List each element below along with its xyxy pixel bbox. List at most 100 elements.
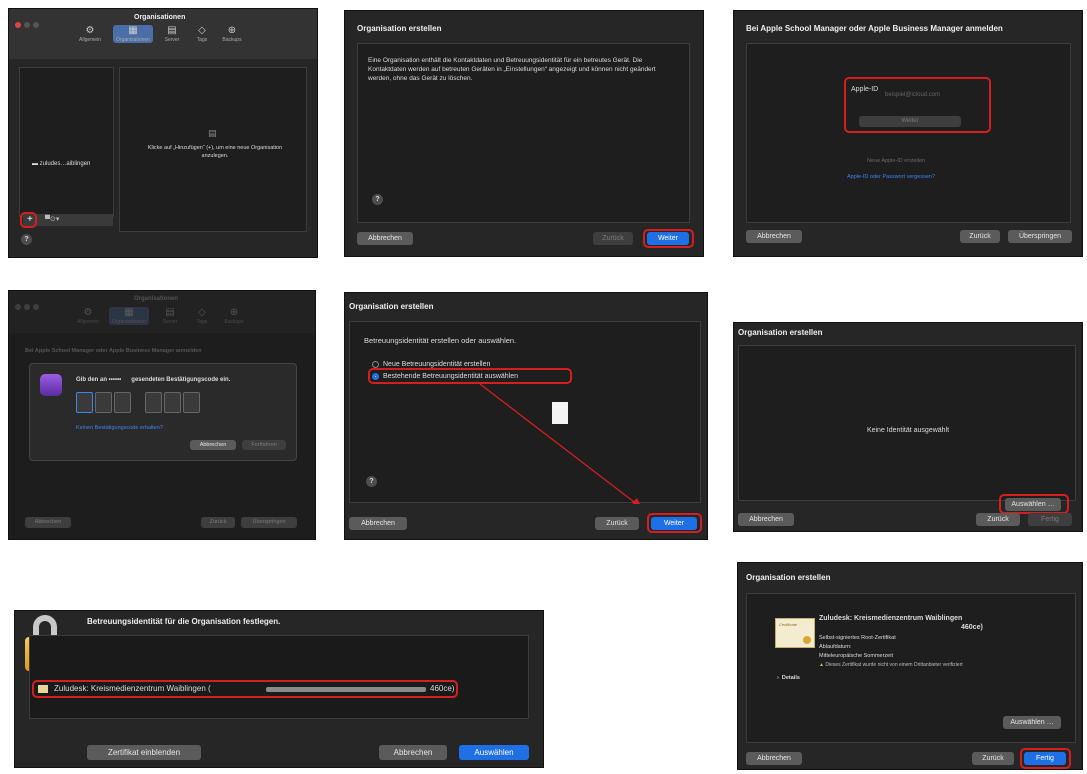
- tab-organisations[interactable]: ▦ Organisationen: [113, 25, 153, 43]
- cancel-button[interactable]: Abbrechen: [746, 752, 802, 765]
- identity-row-label: Zuludesk: Kreismedienzentrum Waiblingen …: [54, 684, 211, 693]
- choose-button[interactable]: Auswählen …: [1005, 498, 1061, 511]
- details-disclosure[interactable]: › Details: [777, 674, 800, 683]
- gear-icon: ⚙: [83, 307, 93, 318]
- tag-icon: ◇: [198, 25, 206, 36]
- back-button[interactable]: Zurück: [960, 230, 1000, 243]
- list-item[interactable]: ▬ zuludes…aiblingen: [32, 160, 90, 169]
- continue-small-button[interactable]: Fortfahren: [242, 440, 286, 450]
- back-button[interactable]: Zurück: [593, 232, 633, 245]
- gear-icon: ⚙: [85, 25, 95, 36]
- self-signed-label: Selbst-signiertes Root-Zertifikat: [819, 635, 896, 641]
- no-identity-text: Keine Identität ausgewählt: [866, 427, 950, 434]
- verification-sheet: Gib den an •••••• gesendeten Bestätigung…: [29, 363, 297, 461]
- seal-icon: [803, 636, 811, 644]
- code-digit-5[interactable]: [164, 392, 181, 413]
- dialog-title: Organisation erstellen: [349, 302, 434, 311]
- continue-button[interactable]: Weiter: [859, 116, 961, 127]
- cancel-small-button[interactable]: Abbrechen: [190, 440, 236, 450]
- action-menu-icon[interactable]: ▀⊙▾: [45, 214, 59, 226]
- cancel-button[interactable]: Abbrechen: [746, 230, 802, 243]
- tab-backups[interactable]: ⊕ Backups: [221, 307, 247, 325]
- tab-backups[interactable]: ⊕ Backups: [219, 25, 245, 43]
- certificate-suffix: 460ce): [961, 624, 983, 631]
- timezone-label: Mitteleuropäische Sommerzeit: [819, 653, 893, 659]
- skip-button[interactable]: Überspringen: [1008, 230, 1072, 243]
- back-button[interactable]: Zurück: [201, 517, 235, 528]
- apple-id-field[interactable]: beispiel@icloud.com: [885, 83, 985, 98]
- organisation-list[interactable]: ▬ zuludes…aiblingen: [19, 67, 114, 217]
- next-button[interactable]: Weiter: [651, 517, 697, 530]
- dialog-title: Bei Apple School Manager oder Apple Busi…: [746, 24, 1003, 33]
- arrow-annotation: [479, 383, 640, 504]
- cancel-button[interactable]: Abbrechen: [25, 517, 71, 528]
- redacted-bar: [266, 687, 426, 692]
- help-button[interactable]: ?: [21, 234, 32, 245]
- forgot-password-link[interactable]: Apple-ID oder Passwort vergessen?: [847, 173, 935, 182]
- server-icon: ▤: [165, 307, 175, 318]
- choose-button[interactable]: Auswählen: [459, 745, 529, 760]
- cancel-button[interactable]: Abbrechen: [738, 513, 794, 526]
- no-code-link[interactable]: Keinen Bestätigungscode erhalten?: [76, 424, 163, 433]
- window-title: Organisationen: [134, 296, 179, 302]
- code-digit-1[interactable]: [76, 392, 93, 413]
- cancel-button[interactable]: Abbrechen: [379, 745, 447, 760]
- choose-button[interactable]: Auswählen …: [1003, 716, 1061, 729]
- titlebar: Organisationen ⚙ Allgemein ▦ Organisatione…: [9, 291, 315, 333]
- code-digit-6[interactable]: [183, 392, 200, 413]
- certificate-thumbnail: Certificate: [775, 618, 815, 648]
- backup-icon: ⊕: [227, 25, 237, 36]
- identity-list[interactable]: Zuludesk: Kreismedienzentrum Waiblingen …: [29, 635, 529, 719]
- tab-organisations[interactable]: ▦ Organisationen: [109, 307, 149, 325]
- panel-apple-signin: Bei Apple School Manager oder Apple Busi…: [733, 10, 1083, 257]
- back-button[interactable]: Zurück: [976, 513, 1020, 526]
- panel-choose-identity: Organisation erstellen Betreuungsidentit…: [344, 292, 708, 540]
- cancel-button[interactable]: Abbrechen: [349, 517, 407, 530]
- dialog-title: Organisation erstellen: [738, 328, 823, 337]
- done-button[interactable]: Fertig: [1028, 513, 1072, 526]
- warning-text: ▲ Dieses Zertifikat wurde nicht von eine…: [819, 662, 963, 668]
- organisation-detail: ▤ Klicke auf „Hinzufügen“ (+), um eine n…: [119, 67, 307, 232]
- panel-final-certificate: Organisation erstellen Certificate Zulud…: [737, 562, 1083, 770]
- back-button[interactable]: Zurück: [595, 517, 639, 530]
- folder-icon: ▬: [32, 161, 40, 167]
- show-certificate-button[interactable]: Zertifikat einblenden: [87, 745, 201, 760]
- done-button[interactable]: Fertig: [1024, 752, 1066, 765]
- backup-icon: ⊕: [229, 307, 239, 318]
- identity-box: Keine Identität ausgewählt Auswählen …: [738, 345, 1076, 514]
- list-toolbar: + ▀⊙▾: [23, 214, 113, 226]
- code-digit-2[interactable]: [95, 392, 112, 413]
- back-button[interactable]: Zurück: [972, 752, 1014, 765]
- new-apple-id-link[interactable]: Neue Apple-ID erstellen: [867, 157, 925, 166]
- tab-server[interactable]: ▤ Server: [159, 25, 185, 43]
- tab-tags[interactable]: ◇ Tags: [189, 307, 215, 325]
- dialog-title: Organisation erstellen: [746, 573, 831, 582]
- code-prompt: Gib den an •••••• gesendeten Bestätigung…: [76, 377, 231, 383]
- app-icon: [40, 374, 62, 396]
- help-button[interactable]: ?: [372, 194, 383, 205]
- cancel-button[interactable]: Abbrechen: [357, 232, 413, 245]
- apple-id-label: Apple-ID: [851, 86, 879, 93]
- tab-general[interactable]: ⚙ Allgemein: [75, 307, 101, 325]
- panel-no-identity: Organisation erstellen Keine Identität a…: [733, 322, 1083, 532]
- window-controls[interactable]: [15, 297, 42, 315]
- empty-hint: Klicke auf „Hinzufügen“ (+), um eine neu…: [147, 145, 283, 159]
- code-digit-3[interactable]: [114, 392, 131, 413]
- add-button[interactable]: +: [27, 214, 33, 226]
- panel-create-intro: Organisation erstellen Eine Organisation…: [344, 10, 704, 257]
- tab-tags[interactable]: ◇ Tags: [189, 25, 215, 43]
- window-title: Organisationen: [134, 14, 186, 21]
- dimmed-heading: Bei Apple School Manager oder Apple Busi…: [25, 348, 202, 354]
- certificate-box: Certificate Zuludesk: Kreismedienzentrum…: [746, 593, 1076, 743]
- code-digit-4[interactable]: [145, 392, 162, 413]
- building-icon: ▦: [124, 307, 134, 318]
- certificate-icon: [38, 685, 48, 693]
- next-button[interactable]: Weiter: [647, 232, 689, 245]
- certificate-name: Zuludesk: Kreismedienzentrum Waiblingen: [819, 615, 963, 622]
- tab-general[interactable]: ⚙ Allgemein: [77, 25, 103, 43]
- tab-server[interactable]: ▤ Server: [157, 307, 183, 325]
- identity-row[interactable]: Zuludesk: Kreismedienzentrum Waiblingen …: [34, 682, 454, 696]
- window-controls[interactable]: [15, 15, 42, 33]
- expires-label: Ablaufdatum:: [819, 644, 852, 650]
- skip-button[interactable]: Überspringen: [241, 517, 297, 528]
